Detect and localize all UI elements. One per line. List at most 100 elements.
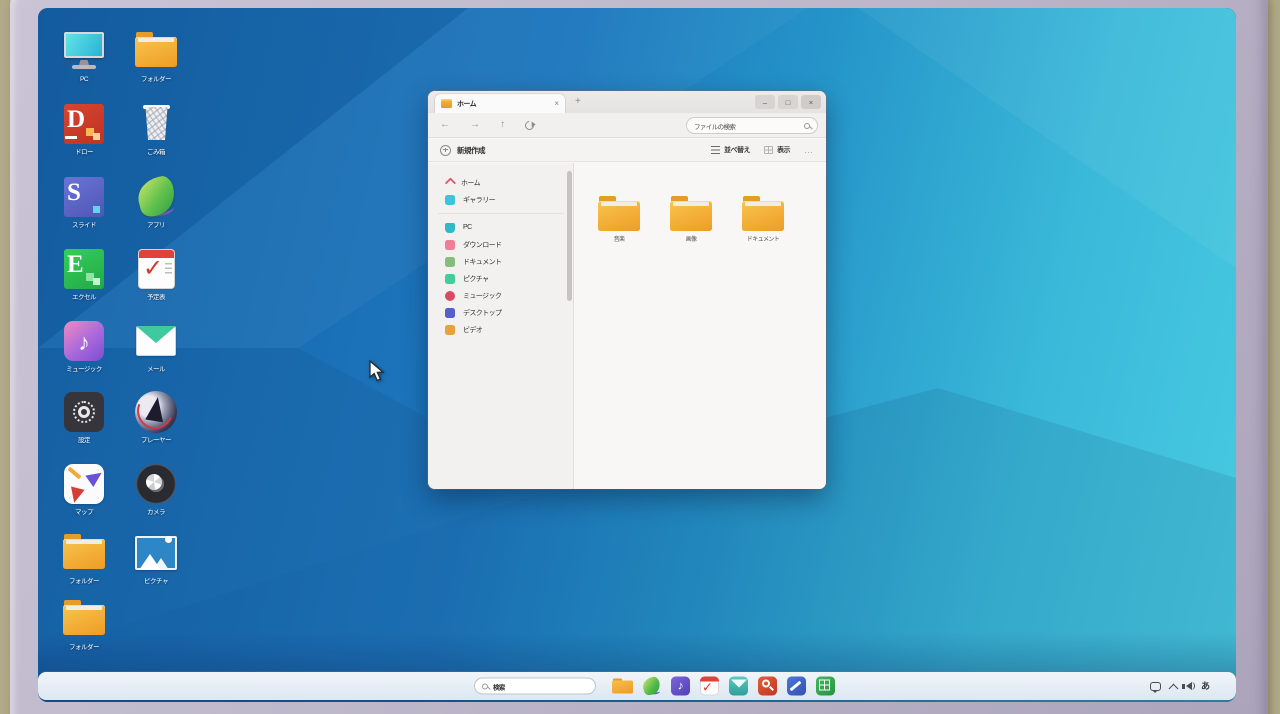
desktop-icon-label: ドロー	[52, 149, 116, 156]
file-list-area[interactable]: 音楽 画像 ドキュメント	[574, 163, 826, 489]
taskbar-app-sheets[interactable]	[815, 676, 836, 697]
desktop-icon-camera-app[interactable]: カメラ	[124, 462, 188, 516]
folder-icon	[62, 597, 106, 641]
taskbar-app-calendar[interactable]: ✓	[699, 676, 720, 697]
desktop-icon-label: フォルダー	[124, 76, 188, 83]
minimize-button[interactable]: –	[755, 95, 775, 109]
maximize-button[interactable]: □	[778, 95, 798, 109]
new-item-button[interactable]: 新規作成	[440, 145, 485, 156]
home-icon	[445, 177, 456, 188]
taskbar-app-draw[interactable]	[786, 676, 807, 697]
sidebar-item-label: ドキュメント	[463, 257, 501, 267]
new-tab-button[interactable]: +	[575, 96, 581, 107]
sidebar-scrollbar[interactable]	[567, 171, 572, 301]
checklist-icon: ✓	[134, 247, 178, 291]
sidebar-item-pc[interactable]: PC	[428, 219, 573, 236]
desktop-icon-mail-app[interactable]: メール	[124, 319, 188, 373]
music-note-glyph: ♪	[64, 325, 104, 359]
desktop-icon-e-app[interactable]: E エクセル	[52, 247, 116, 301]
new-item-label: 新規作成	[457, 145, 485, 156]
music-app-icon: ♪	[62, 319, 106, 363]
desktop-icon-computer[interactable]: PC	[52, 29, 116, 83]
folder-icon	[597, 193, 641, 233]
desktop-icon-todo-app[interactable]: ✓ 予定表	[124, 247, 188, 301]
taskbar-app-music[interactable]: ♪	[670, 676, 691, 697]
taskbar-search-text: 検索	[493, 681, 505, 691]
window-body: ホーム ギャラリー PC ダウンロード	[428, 163, 826, 489]
chat-bubble-icon[interactable]	[1150, 682, 1161, 691]
folder-item[interactable]: 画像	[661, 193, 721, 243]
desktop-icon	[445, 308, 455, 318]
folder-item[interactable]: ドキュメント	[733, 193, 793, 243]
desktop-icon-leaf-app[interactable]: アプリ	[124, 175, 188, 229]
ime-indicator[interactable]: あ	[1201, 681, 1210, 691]
sidebar-item-downloads[interactable]: ダウンロード	[428, 236, 573, 253]
photo-icon	[134, 531, 178, 575]
folder-item[interactable]: 音楽	[589, 193, 649, 243]
desktop-icon-settings[interactable]: 設定	[52, 390, 116, 444]
desktop-icon-maps[interactable]: マップ	[52, 462, 116, 516]
folder-item-label: ドキュメント	[733, 234, 793, 243]
more-button[interactable]: …	[804, 145, 814, 155]
taskbar-search-input[interactable]: 検索	[474, 678, 596, 695]
sidebar-item-desktop[interactable]: デスクトップ	[428, 304, 573, 321]
up-button[interactable]: ↑	[500, 120, 505, 130]
swirl-player-icon	[134, 390, 178, 434]
folder-icon	[612, 681, 633, 694]
view-button[interactable]: 表示	[764, 145, 790, 155]
desktop-icon-folder-3[interactable]: フォルダー	[124, 29, 188, 83]
view-label: 表示	[777, 145, 790, 155]
taskbar-app-mail[interactable]	[728, 676, 749, 697]
desktop-icon-label: カメラ	[124, 509, 188, 516]
refresh-icon[interactable]	[523, 119, 536, 132]
sidebar-item-videos[interactable]: ビデオ	[428, 321, 573, 338]
sidebar-item-gallery[interactable]: ギャラリー	[428, 191, 573, 208]
folder-item-label: 画像	[661, 234, 721, 243]
sidebar-item-music[interactable]: ミュージック	[428, 287, 573, 304]
speaker-icon[interactable]	[1186, 682, 1192, 690]
sidebar-item-home[interactable]: ホーム	[428, 174, 573, 191]
desktop-icon-s-app[interactable]: S スライド	[52, 175, 116, 229]
window-titlebar[interactable]: ホーム × + – □ ×	[428, 91, 826, 113]
sort-button[interactable]: 並べ替え	[711, 145, 750, 155]
downloads-icon	[445, 240, 455, 250]
desktop-icon-trash[interactable]: ごみ箱	[124, 102, 188, 156]
file-search-input[interactable]: ファイルの検索	[686, 117, 818, 134]
gallery-icon	[445, 195, 455, 205]
grid-icon	[819, 680, 830, 691]
d-app-icon: D	[62, 102, 106, 146]
file-manager-window: ホーム × + – □ × ← → ↑ ファイルの検索	[428, 91, 826, 489]
desktop-icon-label: ピクチャ	[124, 578, 188, 585]
close-button[interactable]: ×	[801, 95, 821, 109]
chevron-up-icon[interactable]	[1169, 683, 1179, 693]
gear-icon	[62, 390, 106, 434]
desktop-icon-player-app[interactable]: プレーヤー	[124, 390, 188, 444]
sidebar-item-label: ギャラリー	[463, 195, 495, 205]
sidebar-item-label: ミュージック	[463, 291, 501, 301]
desktop-icon-label: スライド	[52, 222, 116, 229]
taskbar-app-search[interactable]	[757, 676, 778, 697]
explorer-tab[interactable]: ホーム ×	[435, 94, 565, 113]
back-button[interactable]: ←	[440, 120, 450, 130]
desktop-icon-label: 予定表	[124, 294, 188, 301]
desktop-icon-photos-app[interactable]: ピクチャ	[124, 531, 188, 585]
sidebar-item-documents[interactable]: ドキュメント	[428, 253, 573, 270]
taskbar-app-file-manager[interactable]	[612, 676, 633, 697]
desktop-icon-folder-2[interactable]: フォルダー	[52, 597, 116, 651]
folder-item-label: 音楽	[589, 234, 649, 243]
sidebar-item-pictures[interactable]: ピクチャ	[428, 270, 573, 287]
desktop-icon-d-app[interactable]: D ドロー	[52, 102, 116, 156]
mouse-cursor	[368, 360, 386, 384]
desktop-icon-music-app[interactable]: ♪ ミュージック	[52, 319, 116, 373]
view-icon	[764, 146, 773, 154]
sidebar-item-label: デスクトップ	[463, 308, 501, 318]
documents-icon	[445, 257, 455, 267]
forward-button[interactable]: →	[470, 120, 480, 130]
music-icon	[445, 291, 455, 301]
desktop-icon-folder-1[interactable]: フォルダー	[52, 531, 116, 585]
taskbar-app-leaf[interactable]	[641, 676, 662, 697]
camera-shutter-icon	[134, 462, 178, 506]
tab-close-button[interactable]: ×	[554, 99, 559, 108]
envelope-icon	[134, 319, 178, 363]
folder-icon	[134, 29, 178, 73]
